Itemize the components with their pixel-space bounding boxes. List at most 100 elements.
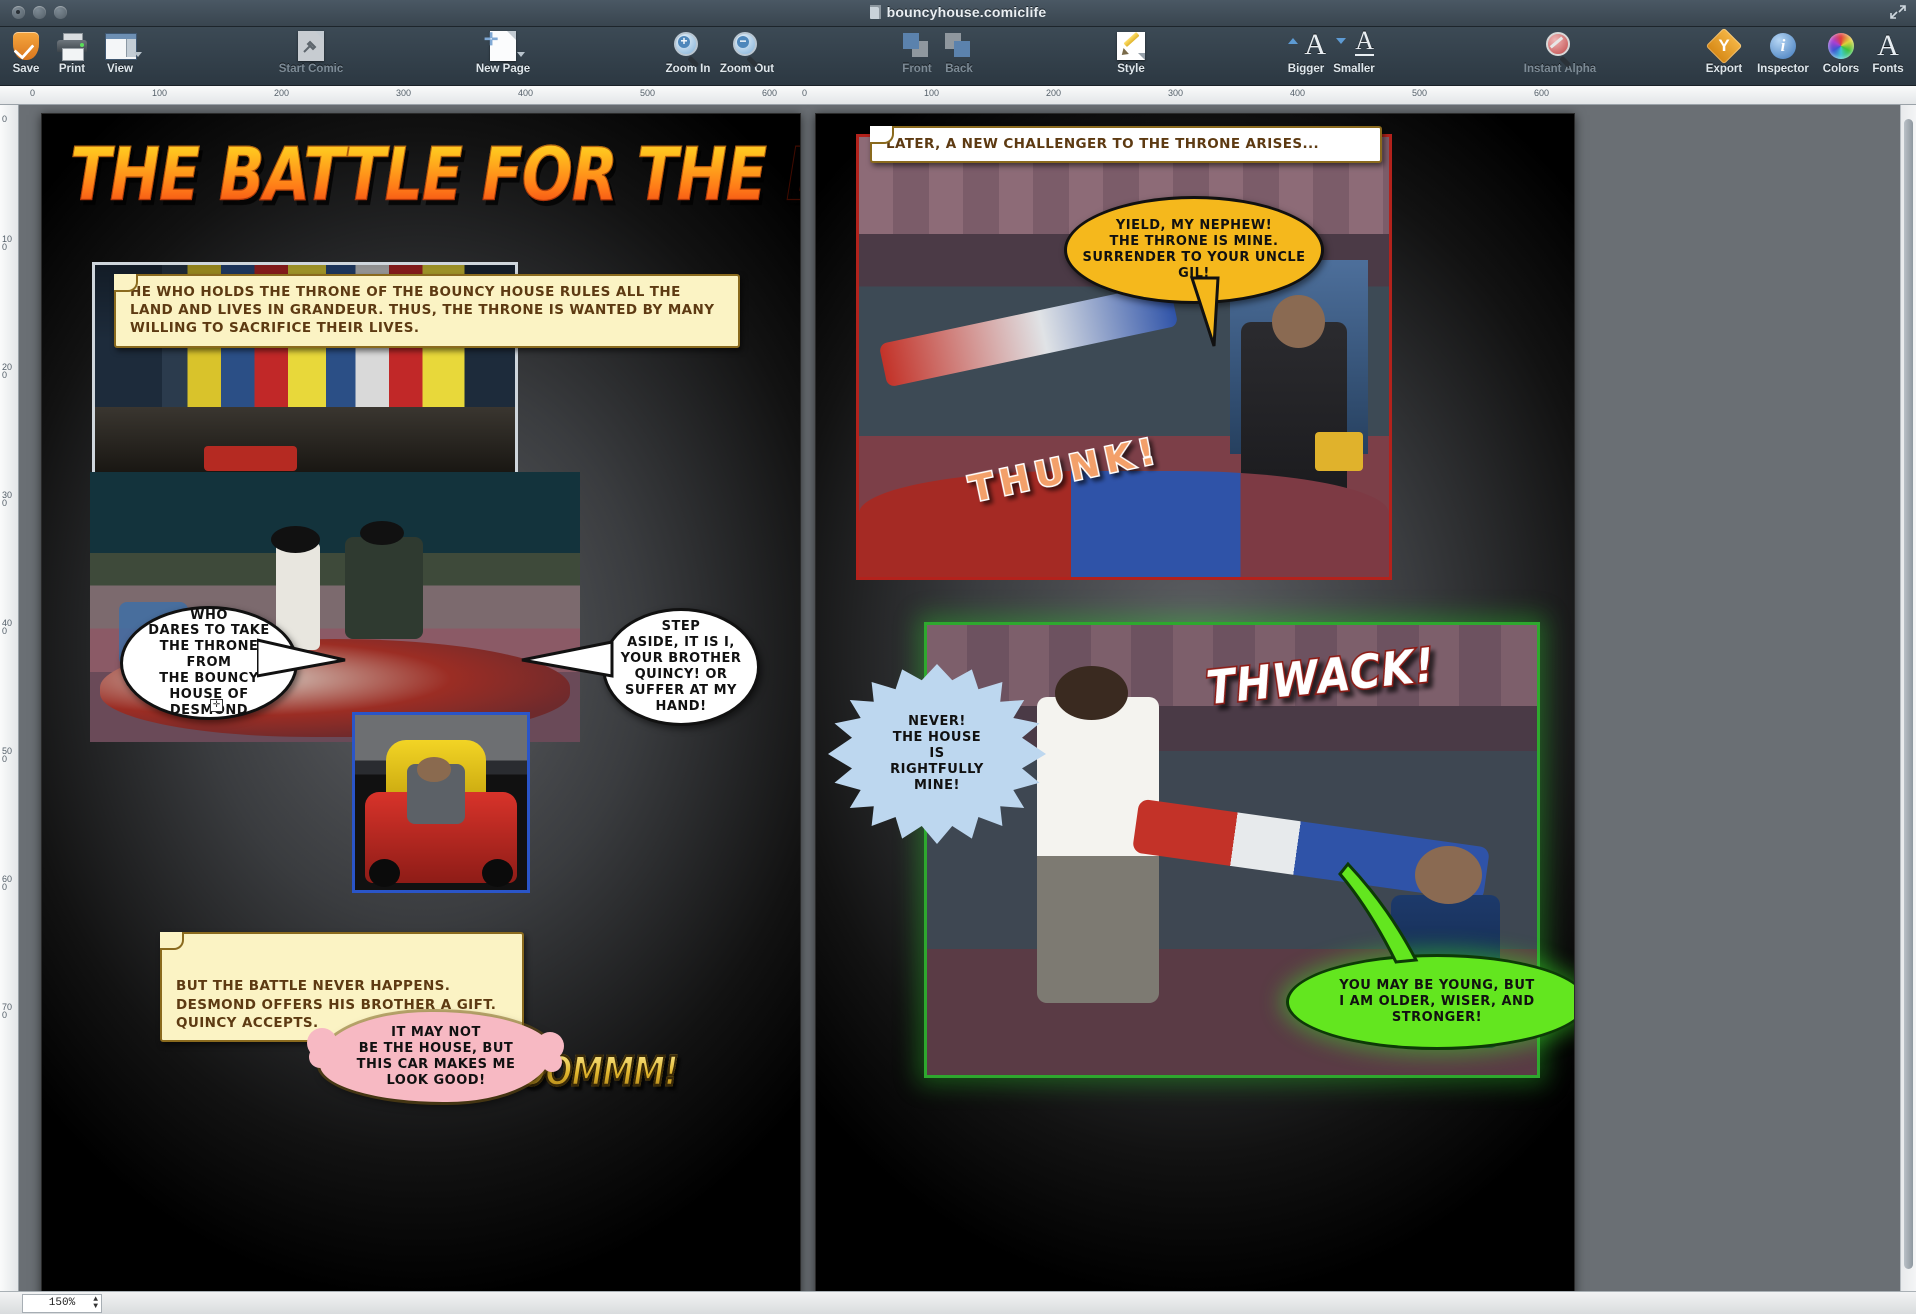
- ruler-tick: 200: [1046, 88, 1062, 98]
- view-layout-icon: [92, 31, 148, 61]
- toolbar-save-label: Save: [12, 63, 40, 75]
- toolbar-print-label: Print: [58, 63, 86, 75]
- selection-handle[interactable]: ✛: [210, 699, 223, 712]
- magnifier-minus-icon: −: [710, 31, 784, 68]
- comic-canvas[interactable]: THE BATTLE FOR THE BOUNCY HOUSE HE WHO H…: [19, 105, 1916, 1291]
- toolbar-fonts-button[interactable]: A Fonts: [1862, 29, 1914, 76]
- toolbar-new-page-label: New Page: [475, 63, 531, 75]
- comic-page-right[interactable]: LATER, A NEW CHALLENGER TO THE THRONE AR…: [815, 113, 1575, 1291]
- balloon-who-dares-tail: [257, 638, 346, 678]
- ruler-tick: 100: [924, 88, 940, 98]
- toolbar-smaller-label: Smaller: [1333, 63, 1375, 75]
- toolbar-inspector-button[interactable]: i Inspector: [1748, 31, 1818, 75]
- balloon-car[interactable]: IT MAY NOT BE THE HOUSE, BUT THIS CAR MA…: [307, 1012, 564, 1102]
- font-a-icon: A: [1877, 29, 1899, 62]
- balloon-yield-tail: [1189, 276, 1220, 347]
- horizontal-ruler[interactable]: 0 100 200 300 400 500 600 0 100 200 300 …: [0, 86, 1916, 105]
- ruler-tick: 400: [2, 618, 13, 636]
- caption-intro-text: HE WHO HOLDS THE THRONE OF THE BOUNCY HO…: [130, 284, 715, 337]
- ruler-tick: 500: [2, 746, 13, 764]
- toolbar-zoom-out-label: Zoom Out: [719, 63, 775, 75]
- toolbar-instant-alpha-button[interactable]: Instant Alpha: [1500, 31, 1620, 75]
- balloon-car-text: IT MAY NOT BE THE HOUSE, BUT THIS CAR MA…: [356, 1024, 516, 1089]
- toolbar-back-button[interactable]: Back: [932, 31, 986, 75]
- pencil-style-icon: [1101, 31, 1161, 61]
- toolbar-export-button[interactable]: Y Export: [1697, 27, 1751, 75]
- zoom-stepper-icon[interactable]: ▲ ▼: [93, 1295, 98, 1310]
- ruler-tick: 400: [1290, 88, 1306, 98]
- document-icon: [869, 5, 881, 19]
- font-smaller-icon: A: [1323, 28, 1385, 61]
- toolbar-toggle-button[interactable]: [1889, 4, 1907, 20]
- zoom-level-field[interactable]: 150% ▲ ▼: [22, 1293, 102, 1313]
- status-bar: 150% ▲ ▼: [0, 1291, 1916, 1314]
- ruler-tick: 300: [2, 490, 13, 508]
- toolbar-colors-button[interactable]: Colors: [1813, 31, 1869, 75]
- comic-title[interactable]: THE BATTLE FOR THE BOUNCY HOUSE: [70, 123, 801, 228]
- toolbar-fonts-label: Fonts: [1872, 63, 1904, 75]
- ruler-tick: 700: [2, 1002, 13, 1020]
- toolbar-back-label: Back: [945, 63, 973, 75]
- info-circle-icon: i: [1748, 31, 1818, 61]
- caption-later-text: LATER, A NEW CHALLENGER TO THE THRONE AR…: [886, 136, 1320, 152]
- editor-area: 0 100 200 300 400 500 600 0 100 200 300 …: [0, 86, 1916, 1291]
- printer-icon: [46, 31, 98, 61]
- ruler-tick: 0: [2, 114, 8, 124]
- scrollbar-thumb[interactable]: [1904, 119, 1913, 1269]
- new-page-icon: ✛: [455, 30, 551, 61]
- ruler-tick: 0: [30, 88, 36, 98]
- ruler-tick: 100: [2, 234, 13, 252]
- toolbar-start-comic-button[interactable]: Start Comic: [263, 31, 359, 75]
- comic-page-left[interactable]: THE BATTLE FOR THE BOUNCY HOUSE HE WHO H…: [41, 113, 801, 1291]
- toolbar-style-label: Style: [1117, 63, 1145, 75]
- main-toolbar: Save Print View Start Comic ✛ New Page +…: [0, 27, 1916, 86]
- balloon-step-aside-text: STEP ASIDE, IT IS I, YOUR BROTHER QUINCY…: [620, 619, 742, 714]
- caption-fold: [160, 932, 184, 950]
- toolbar-start-comic-label: Start Comic: [278, 63, 344, 75]
- toolbar-smaller-button[interactable]: A Smaller: [1323, 28, 1385, 76]
- hammer-document-icon: [263, 31, 359, 61]
- toolbar-print-button[interactable]: Print: [46, 31, 98, 75]
- toolbar-export-label: Export: [1705, 63, 1743, 75]
- toolbar-instant-alpha-label: Instant Alpha: [1523, 63, 1597, 75]
- caption-later[interactable]: LATER, A NEW CHALLENGER TO THE THRONE AR…: [870, 126, 1382, 164]
- balloon-older-wiser-text: YOU MAY BE YOUNG, BUT I AM OLDER, WISER,…: [1339, 978, 1535, 1025]
- ruler-tick: 300: [1168, 88, 1184, 98]
- toolbar-inspector-label: Inspector: [1757, 63, 1809, 75]
- instant-alpha-icon: [1500, 31, 1620, 68]
- balloon-older-wiser-tail: [1338, 861, 1419, 964]
- toolbar-view-label: View: [107, 63, 133, 75]
- photo-uncle-fight[interactable]: [856, 134, 1392, 580]
- ruler-tick: 600: [762, 88, 778, 98]
- ruler-tick: 500: [640, 88, 656, 98]
- caption-fold: [870, 126, 894, 144]
- comic-life-window: bouncyhouse.comiclife Save Print View St…: [0, 0, 1916, 1314]
- ruler-tick: 300: [396, 88, 412, 98]
- zoom-level-value: 150%: [48, 1297, 76, 1309]
- color-wheel-icon: [1813, 31, 1869, 61]
- ruler-tick: 100: [152, 88, 168, 98]
- caption-fold: [114, 274, 138, 292]
- toolbar-view-button[interactable]: View: [92, 31, 148, 75]
- ruler-tick: 500: [1412, 88, 1428, 98]
- photo-kid-car[interactable]: [352, 712, 530, 893]
- caption-intro[interactable]: HE WHO HOLDS THE THRONE OF THE BOUNCY HO…: [114, 274, 740, 348]
- toolbar-save-button[interactable]: Save: [0, 31, 52, 75]
- ruler-tick: 200: [274, 88, 290, 98]
- ruler-tick: 200: [2, 362, 13, 380]
- shield-check-icon: [0, 31, 52, 61]
- balloon-step-aside[interactable]: STEP ASIDE, IT IS I, YOUR BROTHER QUINCY…: [602, 608, 760, 726]
- export-diamond-icon: Y: [1697, 27, 1751, 65]
- toolbar-style-button[interactable]: Style: [1101, 31, 1161, 75]
- send-back-icon: [932, 31, 986, 61]
- vertical-ruler[interactable]: 0 100 200 300 400 500 600 700: [0, 105, 19, 1291]
- document-title-text: bouncyhouse.comiclife: [886, 4, 1047, 20]
- balloon-never-text: NEVER! THE HOUSE IS RIGHTFULLY MINE!: [890, 714, 984, 793]
- canvas-vertical-scrollbar[interactable]: [1900, 105, 1916, 1291]
- toolbar-new-page-button[interactable]: ✛ New Page: [455, 30, 551, 75]
- ruler-tick: 400: [518, 88, 534, 98]
- balloon-older-wiser[interactable]: YOU MAY BE YOUNG, BUT I AM OLDER, WISER,…: [1286, 954, 1574, 1050]
- toolbar-zoom-out-button[interactable]: − Zoom Out: [710, 31, 784, 75]
- balloon-step-aside-tail: [521, 640, 614, 678]
- ruler-tick: 0: [802, 88, 808, 98]
